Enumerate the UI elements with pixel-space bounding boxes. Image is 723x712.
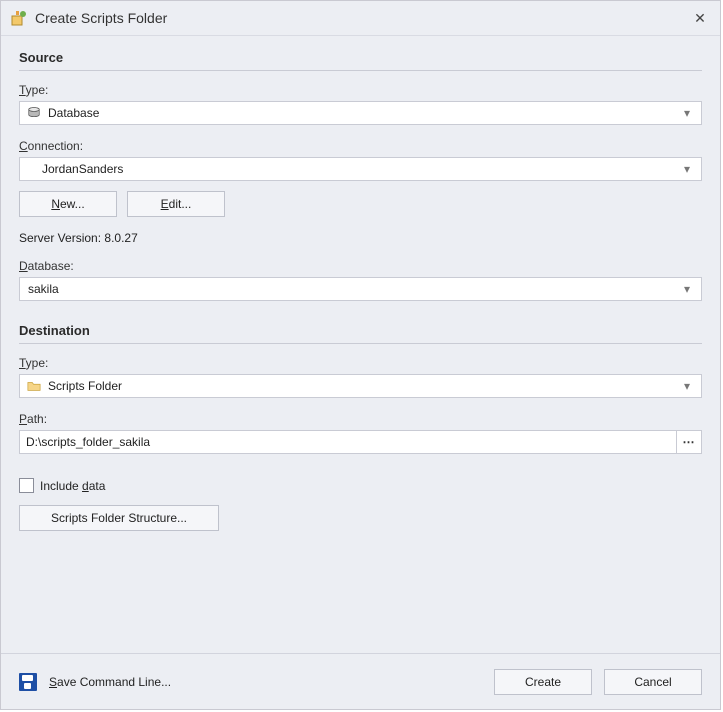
dest-type-combo[interactable]: Scripts Folder ▾ [19, 374, 702, 398]
folder-icon [26, 378, 42, 394]
save-command-line-link[interactable]: Save Command Line... [49, 675, 171, 689]
divider [19, 343, 702, 344]
server-version-row: Server Version: 8.0.27 [19, 231, 702, 245]
chevron-down-icon: ▾ [679, 282, 695, 296]
connection-buttons: New... Edit... [19, 191, 702, 217]
cancel-button[interactable]: Cancel [604, 669, 702, 695]
chevron-down-icon: ▾ [679, 162, 695, 176]
database-icon [26, 105, 42, 121]
edit-connection-button[interactable]: Edit... [127, 191, 225, 217]
path-input[interactable]: D:\scripts_folder_sakila [19, 430, 676, 454]
destination-heading: Destination [19, 323, 702, 338]
connection-label: Connection: [19, 139, 702, 153]
database-combo[interactable]: sakila ▾ [19, 277, 702, 301]
window-title: Create Scripts Folder [35, 10, 690, 26]
connection-value: JordanSanders [42, 162, 679, 176]
flex-spacer [19, 531, 702, 653]
include-data-row[interactable]: Include data [19, 478, 702, 493]
footer: Save Command Line... Create Cancel [1, 653, 720, 709]
browse-path-button[interactable]: ⋯ [676, 430, 702, 454]
create-button[interactable]: Create [494, 669, 592, 695]
dest-type-label: Type: [19, 356, 702, 370]
titlebar: Create Scripts Folder ✕ [1, 1, 720, 36]
close-icon[interactable]: ✕ [690, 10, 710, 27]
source-type-label: Type: [19, 83, 702, 97]
dialog-body: Source Type: Database ▾ Connection: Jord… [1, 36, 720, 653]
scripts-folder-structure-button[interactable]: Scripts Folder Structure... [19, 505, 219, 531]
new-connection-button[interactable]: New... [19, 191, 117, 217]
database-label: Database: [19, 259, 702, 273]
connection-combo[interactable]: JordanSanders ▾ [19, 157, 702, 181]
path-label: Path: [19, 412, 702, 426]
structure-row: Scripts Folder Structure... [19, 505, 702, 531]
chevron-down-icon: ▾ [679, 379, 695, 393]
database-value: sakila [28, 282, 679, 296]
dest-type-value: Scripts Folder [48, 379, 679, 393]
source-type-value: Database [48, 106, 679, 120]
dialog-window: Create Scripts Folder ✕ Source Type: Dat… [0, 0, 721, 710]
path-value: D:\scripts_folder_sakila [26, 435, 150, 449]
save-icon [19, 673, 37, 691]
app-icon [11, 10, 27, 26]
include-data-checkbox[interactable] [19, 478, 34, 493]
source-heading: Source [19, 50, 702, 65]
server-version-value: 8.0.27 [104, 231, 137, 245]
server-version-label: Server Version: [19, 231, 101, 245]
include-data-label: Include data [40, 479, 105, 493]
divider [19, 70, 702, 71]
path-row: D:\scripts_folder_sakila ⋯ [19, 430, 702, 454]
source-type-combo[interactable]: Database ▾ [19, 101, 702, 125]
chevron-down-icon: ▾ [679, 106, 695, 120]
